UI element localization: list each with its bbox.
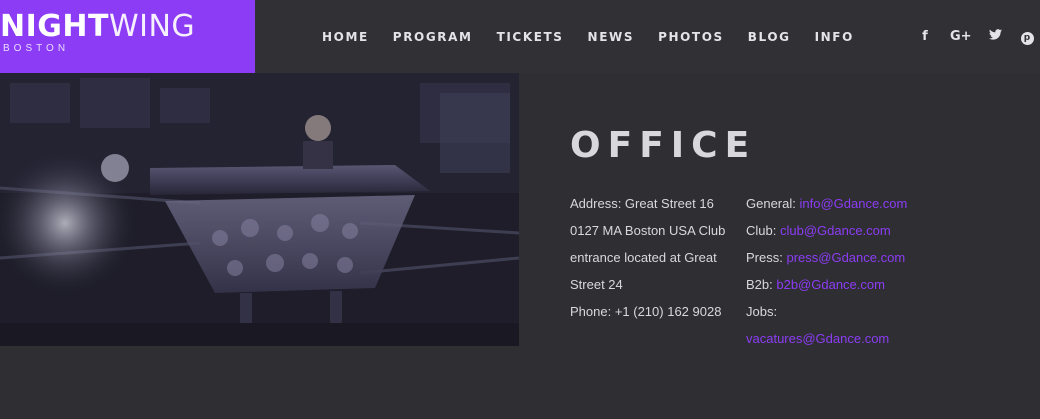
email-link-club[interactable]: club@Gdance.com [780,223,891,238]
contact-label: B2b: [746,277,777,292]
nav-home[interactable]: HOME [310,30,381,44]
main-nav: HOME PROGRAM TICKETS NEWS PHOTOS BLOG IN… [310,0,866,73]
contact-general: General: info@Gdance.com [746,190,946,217]
pinterest-icon[interactable]: p [1020,29,1034,45]
email-link-press[interactable]: press@Gdance.com [786,250,905,265]
club-photo-illustration [0,73,519,346]
email-link-general[interactable]: info@Gdance.com [799,196,907,211]
logo-bold-text: NIGHT [0,9,109,44]
facebook-icon[interactable]: f [918,29,932,44]
twitter-icon[interactable] [988,29,1002,44]
email-link-vacatures[interactable]: vacatures@Gdance.com [746,331,889,346]
address-line: 0127 MA Boston USA Club [570,223,726,238]
contact-label: Club: [746,223,780,238]
contact-label: General: [746,196,800,211]
nav-photos[interactable]: PHOTOS [646,30,736,44]
nav-news[interactable]: NEWS [576,30,647,44]
contact-label: Jobs: [746,304,778,319]
nav-blog[interactable]: BLOG [736,30,803,44]
office-contacts: General: info@Gdance.com Club: club@Gdan… [746,190,946,352]
site-header: NIGHTWING BOSTON HOME PROGRAM TICKETS NE… [0,0,1040,73]
social-links: f G+ p [918,0,1034,73]
nav-program[interactable]: PROGRAM [381,30,485,44]
address-line: entrance located at Great [570,250,717,265]
contact-club: Club: club@Gdance.com [746,217,946,244]
logo-light-text: WING [108,9,196,44]
address-line: Address: Great Street 16 [570,196,714,211]
pinterest-glyph: p [1020,31,1034,45]
logo[interactable]: NIGHTWING BOSTON [0,0,255,73]
office-address: Address: Great Street 16 0127 MA Boston … [570,190,730,325]
address-line: Street 24 [570,277,623,292]
contact-vacatures: vacatures@Gdance.com [746,325,946,352]
nav-tickets[interactable]: TICKETS [485,30,576,44]
logo-wordmark: NIGHTWING [0,12,195,42]
phone-line: Phone: +1 (210) 162 9028 [570,304,722,319]
nav-info[interactable]: INFO [803,30,866,44]
contact-press: Press: press@Gdance.com [746,244,946,271]
google-plus-icon[interactable]: G+ [950,29,972,44]
contact-jobs: Jobs: [746,298,946,325]
club-photo [0,73,519,346]
contact-b2b: B2b: b2b@Gdance.com [746,271,946,298]
office-title: OFFICE [570,125,757,166]
email-link-b2b[interactable]: b2b@Gdance.com [776,277,885,292]
contact-label: Press: [746,250,787,265]
logo-subtitle: BOSTON [3,43,70,54]
